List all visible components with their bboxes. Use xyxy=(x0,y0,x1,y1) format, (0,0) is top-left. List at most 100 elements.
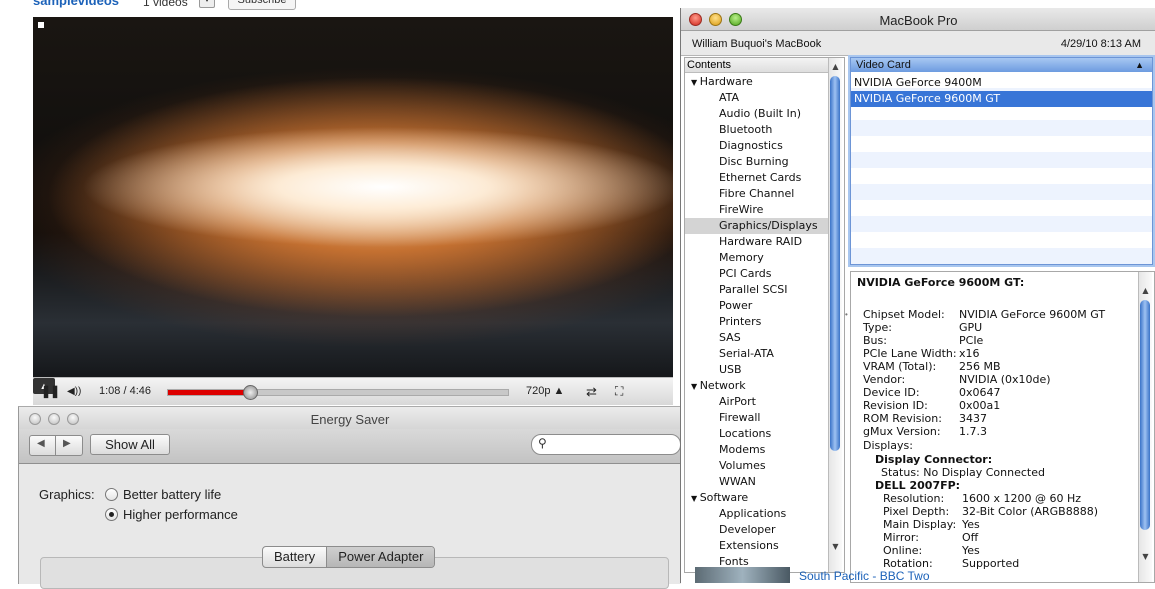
tree-item[interactable]: PCI Cards xyxy=(685,266,828,282)
detail-key: ROM Revision: xyxy=(863,412,942,425)
disclosure-triangle-icon[interactable]: ▼ xyxy=(691,382,700,391)
search-input[interactable]: ⚲ xyxy=(531,434,681,455)
tree-item[interactable]: Parallel SCSI xyxy=(685,282,828,298)
contents-column-header[interactable]: Contents xyxy=(685,58,830,73)
back-arrow-icon[interactable]: ◀ xyxy=(37,438,45,449)
related-video-thumbnail[interactable] xyxy=(695,567,790,583)
scroll-down-icon[interactable]: ▼ xyxy=(829,540,842,553)
detail-scrollbar[interactable]: ▲ ▼ xyxy=(1138,272,1152,582)
video-frame[interactable] xyxy=(33,17,673,377)
tree-item[interactable]: Disc Burning xyxy=(685,154,828,170)
dell-key: Mirror: xyxy=(883,531,919,544)
option-better-battery[interactable]: Better battery life xyxy=(123,487,221,502)
tree-label: Printers xyxy=(719,315,762,328)
tree-label: SAS xyxy=(719,331,741,344)
tree-item[interactable]: Printers xyxy=(685,314,828,330)
tree-item[interactable]: Modems xyxy=(685,442,828,458)
contents-scrollbar[interactable]: ▲ ▼ xyxy=(828,58,842,572)
show-all-button[interactable]: Show All xyxy=(90,434,170,455)
loop-icon[interactable]: ⇄ xyxy=(586,378,597,405)
tree-item[interactable]: Extensions xyxy=(685,538,828,554)
tab-battery[interactable]: Battery xyxy=(263,547,326,567)
pause-button[interactable]: ❚❚ xyxy=(41,378,60,405)
video-card-row-selected[interactable]: NVIDIA GeForce 9600M GT xyxy=(851,91,1152,107)
time-display: 1:08 / 4:46 xyxy=(99,385,151,397)
scroll-up-icon[interactable]: ▲ xyxy=(1139,284,1152,297)
tree-item[interactable]: ATA xyxy=(685,90,828,106)
quality-button[interactable]: 720p ▲ xyxy=(526,378,564,405)
progress-fill xyxy=(168,390,250,395)
tree-item[interactable]: Hardware RAID xyxy=(685,234,828,250)
forward-arrow-icon[interactable]: ▶ xyxy=(63,438,71,449)
graphics-label: Graphics: xyxy=(39,487,95,502)
subscribe-button[interactable]: Subscribe xyxy=(228,0,296,10)
tree-item[interactable]: Ethernet Cards xyxy=(685,170,828,186)
scroll-down-icon[interactable]: ▼ xyxy=(1139,550,1152,563)
video-card-column-header[interactable]: Video Card ▲ xyxy=(851,58,1152,72)
related-video-link[interactable]: South Pacific - BBC Two xyxy=(799,569,930,583)
tab-power-adapter[interactable]: Power Adapter xyxy=(326,547,435,567)
tree-label: Bluetooth xyxy=(719,123,773,136)
row-stripe xyxy=(851,184,1152,200)
sort-ascending-icon[interactable]: ▲ xyxy=(1135,58,1144,72)
tree-item[interactable]: Audio (Built In) xyxy=(685,106,828,122)
tree-item[interactable]: Locations xyxy=(685,426,828,442)
volume-icon[interactable]: ◀)) xyxy=(67,378,81,405)
tree-item[interactable]: FireWire xyxy=(685,202,828,218)
energy-toolbar: ◀ ▶ Show All ⚲ xyxy=(19,429,681,464)
scroll-up-icon[interactable]: ▲ xyxy=(829,60,842,73)
detail-value: GPU xyxy=(959,321,983,334)
tree-item[interactable]: SAS xyxy=(685,330,828,346)
splitter-handle[interactable]: • xyxy=(845,310,848,319)
radio-higher-performance[interactable] xyxy=(105,508,118,521)
disclosure-triangle-icon[interactable]: ▼ xyxy=(691,494,700,503)
detail-key: Vendor: xyxy=(863,373,906,386)
progress-bar[interactable] xyxy=(167,385,509,400)
contents-pane: Contents ▼ Hardware ATA Audio (Built In) Bl… xyxy=(684,57,845,573)
detail-key: VRAM (Total): xyxy=(863,360,937,373)
disclosure-triangle-icon[interactable]: ▼ xyxy=(691,78,700,87)
tree-item[interactable]: Memory xyxy=(685,250,828,266)
detail-key: Bus: xyxy=(863,334,887,347)
tree-category[interactable]: ▼ Software xyxy=(685,490,828,506)
tree-item[interactable]: Volumes xyxy=(685,458,828,474)
video-card-header-label: Video Card xyxy=(856,59,911,71)
tree-label: Network xyxy=(699,379,746,392)
detail-value: PCIe xyxy=(959,334,984,347)
tree-item[interactable]: Graphics/Displays xyxy=(685,218,828,234)
tree-item[interactable]: Firewall xyxy=(685,410,828,426)
tree-item[interactable]: Power xyxy=(685,298,828,314)
tree-item[interactable]: USB xyxy=(685,362,828,378)
detail-scroll-thumb[interactable] xyxy=(1140,300,1150,530)
display-connector-status: Status: No Display Connected xyxy=(881,466,1045,479)
tree-category[interactable]: ▼ Network xyxy=(685,378,828,394)
tree-label: Fibre Channel xyxy=(719,187,795,200)
tree-item[interactable]: WWAN xyxy=(685,474,828,490)
tree-item[interactable]: Bluetooth xyxy=(685,122,828,138)
tree-item[interactable]: AirPort xyxy=(685,394,828,410)
row-stripe xyxy=(851,216,1152,232)
fullscreen-icon[interactable]: ⛶ xyxy=(615,378,623,405)
radio-better-battery[interactable] xyxy=(105,488,118,501)
tree-item[interactable]: Applications xyxy=(685,506,828,522)
progress-knob[interactable] xyxy=(242,385,258,400)
contents-scroll-thumb[interactable] xyxy=(830,76,840,451)
detail-key: Chipset Model: xyxy=(863,308,945,321)
machine-name: William Buquoi's MacBook xyxy=(692,38,822,50)
videos-dropdown-icon[interactable]: ▾ xyxy=(199,0,215,8)
detail-value: 256 MB xyxy=(959,360,1001,373)
tree-item[interactable]: Fibre Channel xyxy=(685,186,828,202)
option-higher-performance[interactable]: Higher performance xyxy=(123,507,238,522)
tree-label: Developer xyxy=(719,523,776,536)
tree-item[interactable]: Diagnostics xyxy=(685,138,828,154)
tree-item[interactable]: Serial-ATA xyxy=(685,346,828,362)
back-forward-buttons[interactable]: ◀ ▶ xyxy=(29,435,83,456)
window-title: Energy Saver xyxy=(310,412,390,427)
tree-label: Disc Burning xyxy=(719,155,789,168)
report-date: 4/29/10 8:13 AM xyxy=(1060,38,1141,50)
channel-link[interactable]: samplevideos xyxy=(33,0,119,8)
video-card-row[interactable]: NVIDIA GeForce 9400M xyxy=(851,75,1152,91)
tree-category[interactable]: ▼ Hardware xyxy=(685,74,828,90)
tree-item[interactable]: Developer xyxy=(685,522,828,538)
detail-value: NVIDIA GeForce 9600M GT xyxy=(959,308,1106,321)
